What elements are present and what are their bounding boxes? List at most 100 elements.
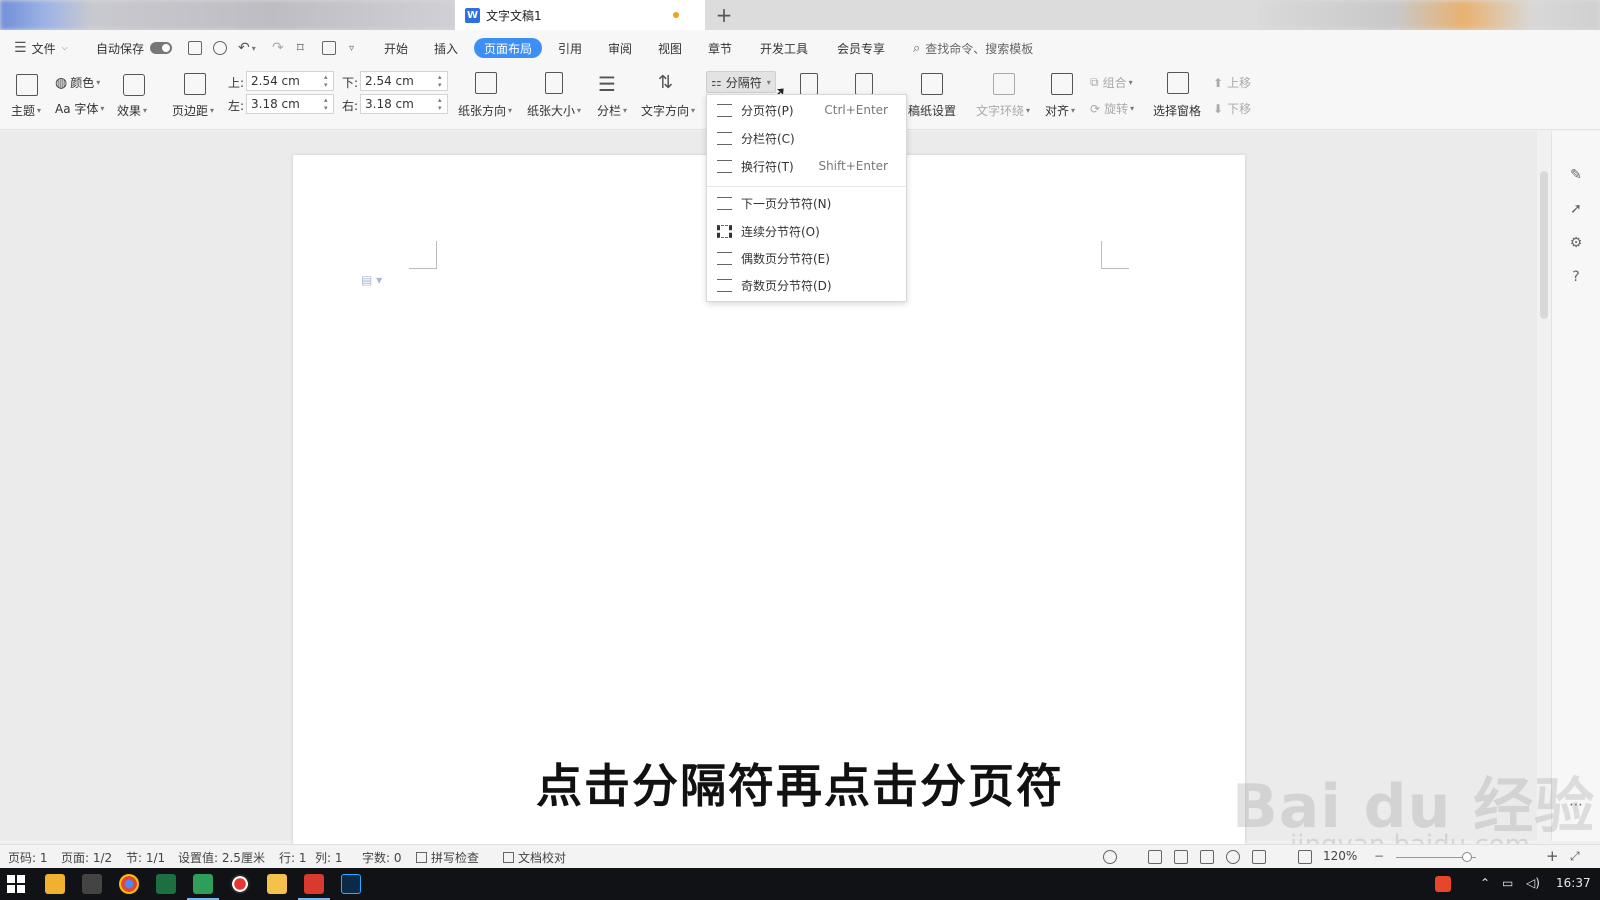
wrap-text-button[interactable]: 文字环绕 ▾	[976, 102, 1030, 119]
text-direction-button[interactable]: 文字方向 ▾	[641, 102, 695, 119]
tab-references[interactable]: 引用	[558, 38, 582, 58]
scrollbar-thumb[interactable]	[1540, 171, 1548, 319]
margins-button[interactable]: 页边距 ▾	[172, 102, 214, 119]
tray-chevron-icon[interactable]: ⌃	[1480, 876, 1490, 890]
format-painter-button[interactable]: ⌑	[297, 38, 304, 58]
settings-sliders-icon[interactable]: ⚙	[1568, 235, 1584, 251]
menu-item-column-break[interactable]: 分栏符(C)	[707, 125, 906, 151]
tab-page-layout[interactable]: 页面布局	[474, 38, 543, 58]
network-icon[interactable]: ▭	[1502, 876, 1513, 890]
wps-writer-taskbar-icon[interactable]	[298, 874, 330, 900]
windows-taskbar: ⌃ ▭ ◁) 16:37	[0, 868, 1600, 900]
wps-sheets-icon[interactable]	[187, 874, 219, 900]
columns-button[interactable]: 分栏 ▾	[597, 102, 627, 119]
send-backward-button[interactable]: ⬇ 下移	[1213, 100, 1251, 117]
watermark-icon[interactable]	[800, 73, 818, 95]
menu-item-page-break[interactable]: 分页符(P) Ctrl+Enter	[707, 97, 906, 123]
zoom-level[interactable]: 120%	[1323, 849, 1357, 863]
color-button[interactable]: ◍ 颜色 ▾	[55, 74, 100, 91]
effect-button[interactable]: 效果 ▾	[117, 102, 147, 119]
theme-icon	[16, 74, 38, 96]
fit-page-icon[interactable]	[1298, 850, 1312, 864]
document-tab[interactable]: W 文字文稿1	[455, 0, 705, 30]
align-button[interactable]: 对齐 ▾	[1045, 102, 1075, 119]
eye-protection-icon[interactable]	[1103, 850, 1117, 864]
clock[interactable]: 16:37	[1556, 876, 1591, 890]
status-word-count[interactable]: 字数: 0	[362, 849, 402, 866]
windows-start-icon[interactable]	[7, 875, 25, 893]
rotate-label: 旋转	[1104, 102, 1129, 116]
selection-pane-button[interactable]: 选择窗格	[1153, 102, 1201, 119]
chrome-icon[interactable]	[119, 874, 139, 894]
font-label: Aa 字体	[55, 102, 99, 116]
status-setting-value[interactable]: 设置值: 2.5厘米	[178, 849, 265, 866]
write-mode-icon[interactable]	[1252, 850, 1266, 864]
vertical-scrollbar[interactable]	[1537, 131, 1551, 841]
paper-size-button[interactable]: 纸张大小 ▾	[527, 102, 581, 119]
margin-bottom-label: 下:	[342, 76, 359, 90]
menu-item-line-break[interactable]: 换行符(T) Shift+Enter	[707, 153, 906, 179]
tab-start[interactable]: 开始	[384, 38, 408, 58]
margin-left-input[interactable]: 3.18 cm	[246, 94, 334, 114]
orientation-button[interactable]: 纸张方向 ▾	[458, 102, 512, 119]
command-search[interactable]: ⌕ 查找命令、搜索模板	[913, 38, 1033, 58]
web-view-icon[interactable]	[1226, 850, 1240, 864]
help-icon[interactable]: ?	[1568, 269, 1584, 285]
margin-top-input[interactable]: 2.54 cm	[246, 71, 334, 91]
photoshop-icon[interactable]	[341, 874, 361, 894]
pointer-icon[interactable]: ➚	[1568, 201, 1584, 217]
font-button[interactable]: Aa 字体 ▾	[55, 100, 104, 117]
fullscreen-icon[interactable]: ⤢	[1570, 849, 1580, 864]
tab-review[interactable]: 审阅	[608, 38, 632, 58]
excel-icon[interactable]	[156, 874, 176, 894]
menu-item-even-page-section[interactable]: 偶数页分节符(E)	[707, 245, 906, 271]
file-menu[interactable]: ☰ 文件 ⌵	[14, 38, 68, 58]
tab-insert[interactable]: 插入	[434, 38, 458, 58]
video-editor-icon[interactable]	[82, 874, 102, 894]
zoom-out-icon[interactable]: −	[1374, 849, 1384, 863]
print-preview-icon[interactable]	[213, 41, 227, 55]
media-player-icon[interactable]	[45, 874, 65, 894]
section-break-continuous-icon	[717, 225, 732, 238]
spell-check-button[interactable]: 拼写检查	[416, 849, 479, 866]
zoom-slider-knob[interactable]	[1462, 852, 1472, 862]
customize-toolbar-button[interactable]: ▿	[349, 38, 354, 58]
tab-chapter[interactable]: 章节	[708, 38, 732, 58]
tab-member[interactable]: 会员专享	[837, 38, 885, 58]
page-border-icon[interactable]	[855, 73, 873, 95]
group-button[interactable]: ⧉ 组合 ▾	[1090, 74, 1133, 91]
margin-bottom-input[interactable]: 2.54 cm	[360, 71, 448, 91]
menu-item-odd-page-section[interactable]: 奇数页分节符(D)	[707, 272, 906, 298]
save-icon[interactable]	[188, 41, 202, 55]
paragraph-layout-icon[interactable]: ▤ ▾	[361, 273, 382, 287]
doc-proof-button[interactable]: 文档校对	[503, 849, 566, 866]
tab-view[interactable]: 视图	[658, 38, 682, 58]
menu-item-continuous-section[interactable]: 连续分节符(O)	[707, 218, 906, 244]
tab-developer[interactable]: 开发工具	[760, 38, 808, 58]
autosave-toggle[interactable]: 自动保存	[96, 38, 173, 58]
menu-item-next-page-section[interactable]: 下一页分节符(N)	[707, 190, 906, 216]
redo-button[interactable]: ↷	[272, 38, 284, 58]
print-icon[interactable]	[322, 41, 336, 55]
pen-icon[interactable]: ✎	[1568, 167, 1584, 183]
section-break-even-icon	[717, 252, 732, 265]
file-explorer-icon[interactable]	[267, 874, 287, 894]
sogou-input-icon[interactable]	[1435, 876, 1451, 892]
rotate-button[interactable]: ⟳ 旋转 ▾	[1090, 100, 1134, 117]
outline-view-icon[interactable]	[1174, 850, 1188, 864]
page-view-icon[interactable]	[1148, 850, 1162, 864]
paper-setup-button[interactable]: 稿纸设置	[908, 102, 956, 119]
margin-right-input[interactable]: 3.18 cm	[360, 94, 448, 114]
screen-recorder-icon[interactable]	[230, 874, 250, 894]
volume-icon[interactable]: ◁)	[1526, 876, 1540, 890]
zoom-in-icon[interactable]: +	[1546, 847, 1559, 865]
new-tab-button[interactable]: +	[712, 3, 736, 27]
reading-view-icon[interactable]	[1200, 850, 1214, 864]
breaks-button[interactable]: ⚏ 分隔符 ▾	[706, 71, 776, 93]
status-section[interactable]: 节: 1/1	[126, 849, 165, 866]
undo-button[interactable]: ↶ ▾	[238, 38, 256, 58]
status-page-number[interactable]: 页码: 1	[8, 849, 48, 866]
theme-button[interactable]: 主题 ▾	[11, 102, 41, 119]
bring-forward-button[interactable]: ⬆ 上移	[1213, 74, 1251, 91]
status-pages[interactable]: 页面: 1/2	[61, 849, 112, 866]
